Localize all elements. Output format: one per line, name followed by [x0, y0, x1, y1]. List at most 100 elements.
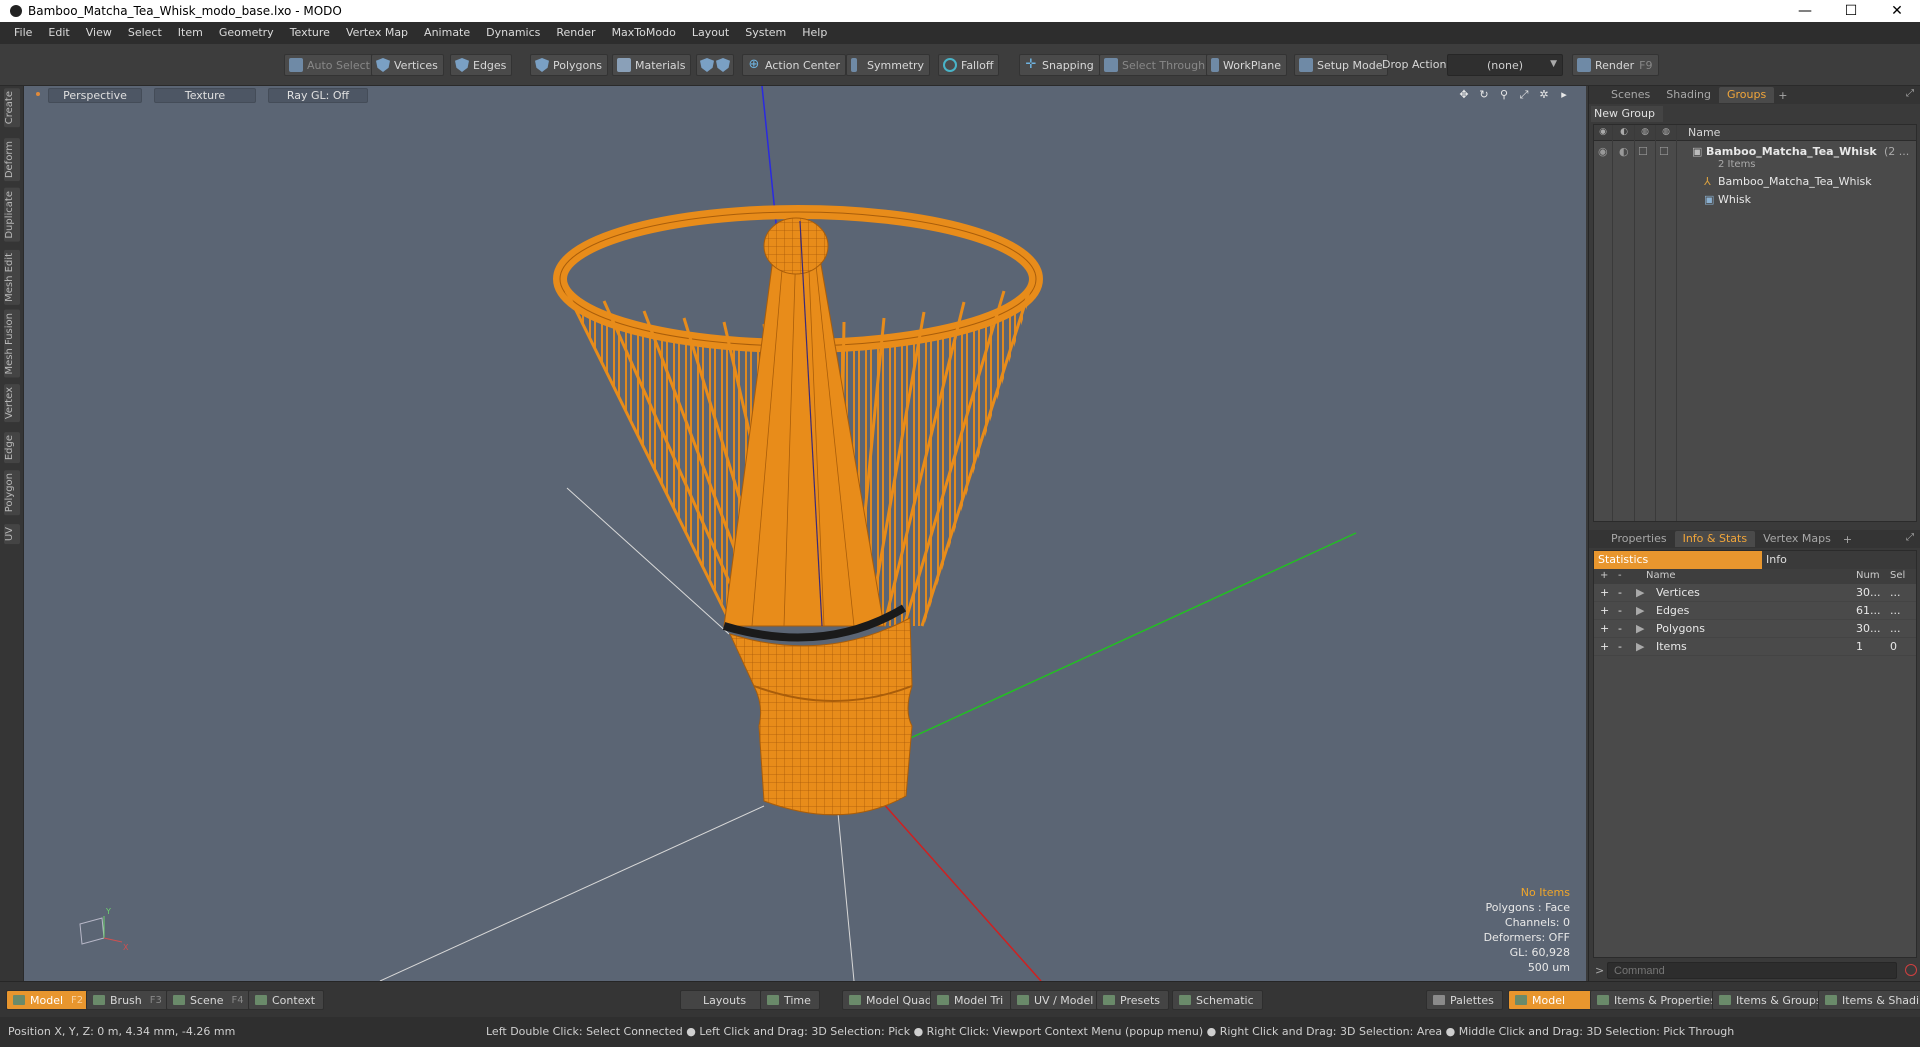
remove-row-icon[interactable]: -: [1618, 586, 1622, 599]
tab-edge[interactable]: Edge: [4, 432, 20, 464]
model-tri-button[interactable]: Model Tri: [930, 990, 1013, 1010]
palettes-button[interactable]: Palettes: [1426, 990, 1503, 1010]
add-row-icon[interactable]: +: [1600, 640, 1609, 653]
tab-scenes[interactable]: Scenes: [1603, 87, 1658, 103]
workplane-button[interactable]: WorkPlane: [1206, 54, 1288, 76]
items-properties-button[interactable]: Items & Properties: [1590, 990, 1725, 1010]
tab-polygon[interactable]: Polygon: [4, 470, 20, 516]
menu-item[interactable]: Item: [170, 22, 211, 44]
menu-file[interactable]: File: [6, 22, 40, 44]
context-mode-button[interactable]: Context: [248, 990, 325, 1010]
menu-dynamics[interactable]: Dynamics: [478, 22, 548, 44]
expand-arrow-icon[interactable]: ▶: [1636, 586, 1644, 599]
add-row-icon[interactable]: +: [1600, 622, 1609, 635]
tab-properties[interactable]: Properties: [1603, 531, 1675, 547]
menu-vertex-map[interactable]: Vertex Map: [338, 22, 416, 44]
layouts-button[interactable]: Layouts: [680, 990, 772, 1010]
tab-deform[interactable]: Deform: [4, 138, 20, 182]
uv-model-button[interactable]: UV / Model: [1010, 990, 1103, 1010]
menu-select[interactable]: Select: [120, 22, 170, 44]
render-column-icon[interactable]: ◐: [1617, 127, 1631, 139]
tab-vertex[interactable]: Vertex: [4, 384, 20, 423]
time-button[interactable]: Time: [760, 990, 820, 1010]
add-row-icon[interactable]: +: [1600, 586, 1609, 599]
edges-button[interactable]: Edges: [450, 54, 513, 76]
menu-maxtomodo[interactable]: MaxToModo: [604, 22, 684, 44]
tab-duplicate[interactable]: Duplicate: [4, 188, 20, 242]
new-group-button[interactable]: New Group: [1591, 106, 1663, 122]
menu-edit[interactable]: Edit: [40, 22, 77, 44]
tab-create[interactable]: Create: [4, 88, 20, 128]
symmetry-button[interactable]: Symmetry: [846, 54, 931, 76]
vertices-button[interactable]: Vertices: [371, 54, 444, 76]
tab-info[interactable]: Info: [1762, 551, 1916, 569]
model-mode-button[interactable]: Model F2: [6, 990, 93, 1010]
menu-view[interactable]: View: [78, 22, 120, 44]
remove-row-icon[interactable]: -: [1618, 604, 1622, 617]
drop-action-select[interactable]: (none) ▼: [1447, 54, 1563, 76]
menu-render[interactable]: Render: [548, 22, 603, 44]
menu-animate[interactable]: Animate: [416, 22, 478, 44]
auto-select-button[interactable]: Auto Select: [284, 54, 376, 76]
selection-sets-button[interactable]: [696, 54, 734, 76]
polygons-button[interactable]: Polygons: [530, 54, 608, 76]
stats-row[interactable]: + - ▶ Vertices 30... ...: [1594, 584, 1916, 602]
3d-viewport[interactable]: Y X Perspective Texture Ray GL: Off ✥ ↻ …: [24, 86, 1586, 981]
tab-vertex-maps[interactable]: Vertex Maps: [1755, 531, 1839, 547]
tab-uv[interactable]: UV: [4, 524, 20, 545]
expand-arrow-icon[interactable]: ▶: [1636, 640, 1644, 653]
add-tab-icon[interactable]: +: [1778, 89, 1787, 102]
tab-mesh-fusion[interactable]: Mesh Fusion: [4, 310, 20, 378]
action-center-button[interactable]: ⊕ Action Center: [742, 54, 846, 76]
brush-mode-button[interactable]: Brush F3: [86, 990, 171, 1010]
falloff-button[interactable]: Falloff: [938, 54, 1000, 76]
select-through-button[interactable]: Select Through: [1099, 54, 1212, 76]
setup-mode-button[interactable]: Setup Mode: [1294, 54, 1389, 76]
remove-row-icon[interactable]: -: [1618, 622, 1622, 635]
tree-item[interactable]: ▣ Whisk: [1594, 191, 1916, 209]
expand-arrow-icon[interactable]: ▶: [1636, 604, 1644, 617]
schematic-button[interactable]: Schematic: [1172, 990, 1263, 1010]
stats-row[interactable]: + - ▶ Polygons 30... ...: [1594, 620, 1916, 638]
shading-mode-button[interactable]: Texture: [154, 88, 256, 103]
remove-row-icon[interactable]: -: [1618, 640, 1622, 653]
menu-help[interactable]: Help: [794, 22, 835, 44]
materials-button[interactable]: Materials: [612, 54, 692, 76]
menu-system[interactable]: System: [737, 22, 794, 44]
presets-button[interactable]: Presets: [1096, 990, 1170, 1010]
select-column-icon[interactable]: ◍: [1659, 127, 1673, 139]
viewport-menu-dot-icon[interactable]: [36, 92, 40, 96]
raygl-button[interactable]: Ray GL: Off: [268, 88, 368, 103]
fit-icon[interactable]: ⤢: [1516, 88, 1532, 102]
snapping-button[interactable]: ✛ Snapping: [1019, 54, 1100, 76]
view-mode-button[interactable]: Perspective: [48, 88, 142, 103]
menu-geometry[interactable]: Geometry: [211, 22, 282, 44]
add-row-icon[interactable]: +: [1600, 604, 1609, 617]
lock-column-icon[interactable]: ◍: [1638, 127, 1652, 139]
tab-groups[interactable]: Groups: [1718, 87, 1775, 103]
expand-arrow-icon[interactable]: ▶: [1636, 622, 1644, 635]
model-quad-button[interactable]: Model Quad: [842, 990, 941, 1010]
maximize-button[interactable]: ☐: [1828, 0, 1874, 22]
more-icon[interactable]: ▸: [1556, 88, 1572, 102]
menu-layout[interactable]: Layout: [684, 22, 737, 44]
items-shading-button[interactable]: Items & Shading: [1818, 990, 1920, 1010]
command-history-icon[interactable]: [1905, 964, 1917, 976]
minimize-button[interactable]: —: [1782, 0, 1828, 22]
stats-row[interactable]: + - ▶ Items 1 0: [1594, 638, 1916, 656]
command-input[interactable]: [1607, 962, 1897, 979]
pan-icon[interactable]: ✥: [1456, 88, 1472, 102]
tab-statistics[interactable]: Statistics: [1594, 551, 1762, 569]
settings-icon[interactable]: ✲: [1536, 88, 1552, 102]
tab-shading[interactable]: Shading: [1658, 87, 1719, 103]
items-groups-button[interactable]: Items & Groups: [1712, 990, 1831, 1010]
expand-panel-icon[interactable]: ⤢: [1906, 88, 1914, 99]
stats-row[interactable]: + - ▶ Edges 61... ...: [1594, 602, 1916, 620]
expand-panel-icon[interactable]: ⤢: [1906, 532, 1914, 543]
tree-item[interactable]: ⅄ Bamboo_Matcha_Tea_Whisk: [1594, 173, 1916, 191]
render-button[interactable]: Render F9: [1572, 54, 1659, 76]
tab-info-stats[interactable]: Info & Stats: [1674, 531, 1756, 547]
menu-texture[interactable]: Texture: [282, 22, 338, 44]
add-tab-icon[interactable]: +: [1843, 533, 1852, 546]
rotate-icon[interactable]: ↻: [1476, 88, 1492, 102]
